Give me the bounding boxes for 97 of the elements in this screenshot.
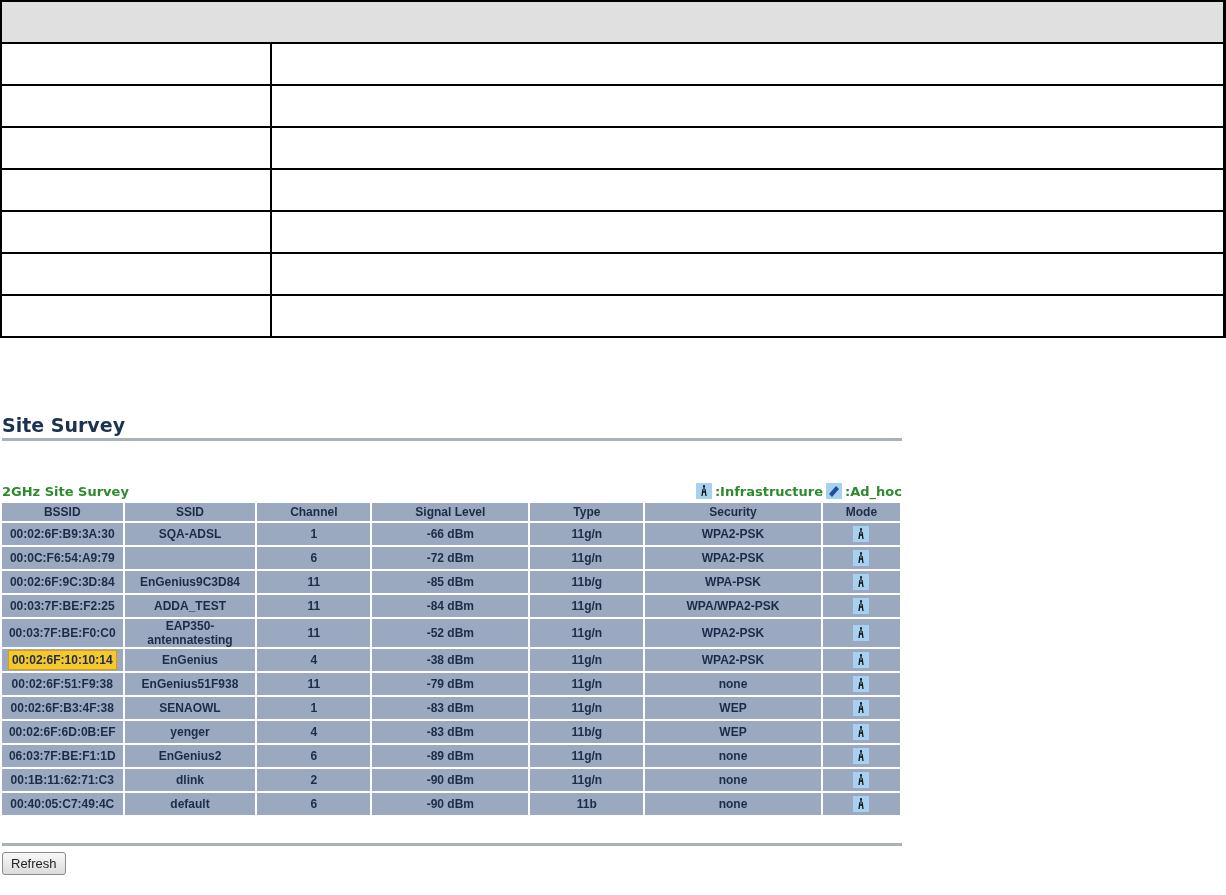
bssid-text: 00:1B:11:62:71:C3 [9,772,115,789]
channel-cell: 6 [257,745,371,767]
ssid-cell: dlink [124,769,256,791]
bssid-text: 00:02:6F:B9:3A:30 [8,526,116,543]
bssid-text: 00:02:6F:9C:3D:84 [8,574,116,591]
security-cell: WEP [645,697,821,719]
ssid-cell: EnGenius2 [124,745,256,767]
antenna-icon [853,772,870,788]
card-icon [826,483,843,499]
bssid-text: 00:02:6F:B3:4F:38 [9,700,115,717]
legend-label: :Ad_hoc [845,484,902,499]
type-cell: 11b/g [530,571,644,593]
security-cell: none [645,673,821,695]
column-header: BSSID [2,503,123,521]
channel-cell: 4 [257,721,371,743]
signal-cell: -52 dBm [372,619,529,647]
ssid-cell: SQA-ADSL [124,523,256,545]
security-cell: none [645,793,821,815]
type-cell: 11b/g [530,721,644,743]
type-cell: 11g/n [530,649,644,671]
signal-cell: -85 dBm [372,571,529,593]
channel-cell: 2 [257,769,371,791]
antenna-icon [695,483,712,499]
antenna-icon [853,598,870,614]
security-cell: WPA2-PSK [645,619,821,647]
security-cell: WPA2-PSK [645,649,821,671]
ssid-cell: EnGenius [124,649,256,671]
signal-cell: -66 dBm [372,523,529,545]
bssid-text: 00:03:7F:BE:F2:25 [8,598,116,615]
column-header: Mode [822,503,900,521]
channel-cell: 1 [257,523,371,545]
signal-cell: -89 dBm [372,745,529,767]
antenna-icon [853,625,870,641]
ssid-cell: EAP350-antennatesting [124,619,256,647]
security-cell: WPA/WPA2-PSK [645,595,821,617]
type-cell: 11b [530,793,644,815]
ssid-cell: EnGenius51F938 [124,673,256,695]
signal-cell: -72 dBm [372,547,529,569]
security-cell: WPA2-PSK [645,547,821,569]
antenna-icon [853,748,870,764]
security-cell: none [645,769,821,791]
type-cell: 11g/n [530,697,644,719]
security-cell: none [645,745,821,767]
signal-cell: -90 dBm [372,769,529,791]
security-cell: WPA-PSK [645,571,821,593]
channel-cell: 4 [257,649,371,671]
channel-cell: 6 [257,793,371,815]
column-header: Security [645,503,821,521]
page-title: Site Survey [2,414,126,436]
type-cell: 11g/n [530,547,644,569]
type-cell: 11g/n [530,523,644,545]
channel-cell: 11 [257,595,371,617]
channel-cell: 1 [257,697,371,719]
security-cell: WEP [645,721,821,743]
channel-cell: 11 [257,571,371,593]
bssid-text: 00:02:6F:51:F9:38 [10,676,114,693]
column-header: Channel [257,503,371,521]
signal-cell: -83 dBm [372,697,529,719]
bssid-text: 00:02:6F:10:10:14 [7,650,117,670]
channel-cell: 11 [257,619,371,647]
ssid-cell: SENAOWL [124,697,256,719]
antenna-icon [853,550,870,566]
type-cell: 11g/n [530,745,644,767]
bssid-text: 00:02:6F:6D:0B:EF [7,724,117,741]
signal-cell: -90 dBm [372,793,529,815]
signal-cell: -83 dBm [372,721,529,743]
type-cell: 11g/n [530,769,644,791]
refresh-button[interactable]: Refresh [2,852,66,875]
legend-label: :Infrastructure [714,484,824,499]
signal-cell: -84 dBm [372,595,529,617]
ssid-cell: yenger [124,721,256,743]
bssid-text: 00:40:05:C7:49:4C [9,796,116,813]
bssid-text: 00:03:7F:BE:F0:C0 [7,625,117,642]
antenna-icon [853,724,870,740]
channel-cell: 11 [257,673,371,695]
column-header: Type [530,503,644,521]
ssid-cell: EnGenius9C3D84 [124,571,256,593]
antenna-icon [853,574,870,590]
column-header: SSID [124,503,256,521]
column-header: Signal Level [372,503,529,521]
antenna-icon [853,676,870,692]
antenna-icon [853,652,870,668]
channel-cell: 6 [257,547,371,569]
type-cell: 11g/n [530,619,644,647]
antenna-icon [853,700,870,716]
security-cell: WPA2-PSK [645,523,821,545]
signal-cell: -79 dBm [372,673,529,695]
ssid-cell: ADDA_TEST [124,595,256,617]
survey-title: 2GHz Site Survey [2,484,129,499]
antenna-icon [853,796,870,812]
type-cell: 11g/n [530,673,644,695]
ssid-cell: default [124,793,256,815]
type-cell: 11g/n [530,595,644,617]
bssid-text: 06:03:7F:BE:F1:1D [7,748,117,765]
antenna-icon [853,526,870,542]
signal-cell: -38 dBm [372,649,529,671]
bssid-text: 00:0C:F6:54:A9:79 [8,550,116,567]
